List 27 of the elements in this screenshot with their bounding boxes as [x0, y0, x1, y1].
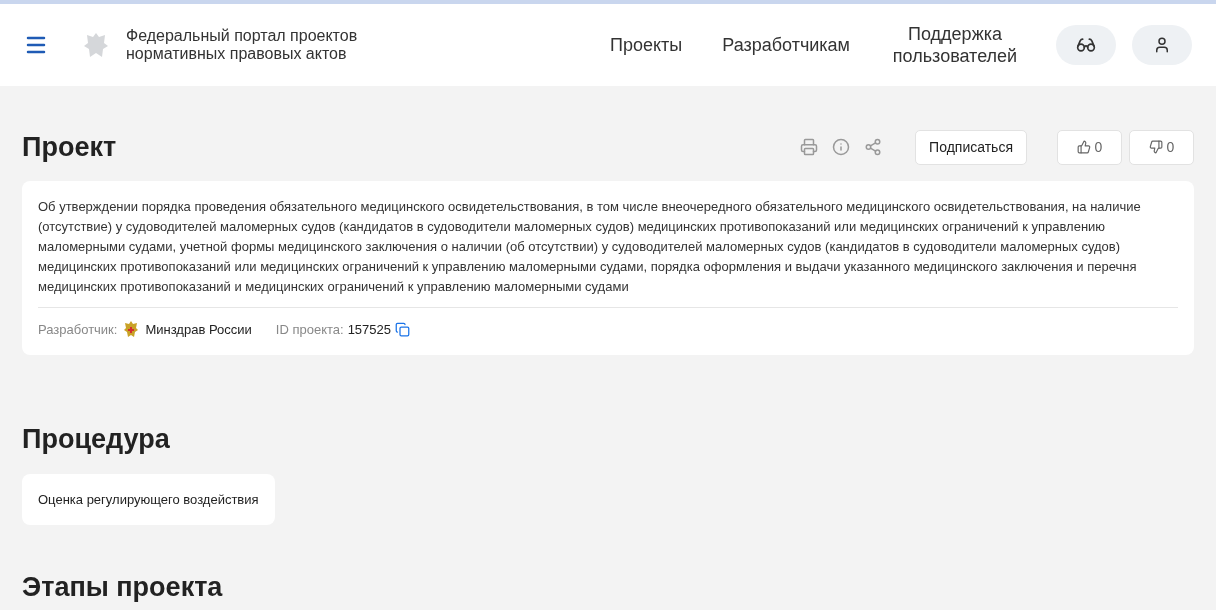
developer-label: Разработчик:	[38, 320, 118, 339]
project-id: 157525	[347, 320, 391, 339]
like-button[interactable]: 0	[1057, 129, 1122, 165]
share-icon[interactable]	[864, 138, 883, 157]
developer-name[interactable]: Минздрав России	[145, 319, 252, 339]
user-icon	[1153, 36, 1171, 54]
project-description: Об утверждении порядка проведения обязательного медицинского освидетельствования, в том числе внеочередного обязательного медицинского освидетельствования, на наличие (отсутствие) у судоводителей маломерных судов (кандидатов в судоводители маломерных судов) медицинских противопоказаний или медицинских ограничений к управлению маломерными судами, учетной формы медицинского заключения о наличии (об отсутствии) у судоводителей маломерных судов (кандидатов в судоводители маломерных судов) медицинских противопоказаний или медицинских ограничений к управлению маломерными судами, порядка оформления и выдачи указанного медицинского заключения и перечня медицинских противопоказаний и медицинских ограничений к управлению маломерными судами	[38, 197, 1142, 296]
portal-title[interactable]: Федеральный портал проектов нормативных правовых актов	[126, 27, 376, 63]
print-icon[interactable]	[800, 138, 819, 157]
section-heading: Проект	[22, 131, 117, 164]
info-icon[interactable]	[832, 138, 851, 157]
thumbs-down-icon	[1148, 140, 1163, 155]
procedure-card: Оценка регулирующего воздействия	[22, 473, 275, 525]
section-heading: Процедура	[22, 423, 171, 456]
dislike-button[interactable]: 0	[1129, 129, 1194, 165]
nav-link[interactable]: Разработчикам	[722, 34, 850, 56]
section-heading: Этапы проекта	[22, 571, 224, 603]
nav-link[interactable]: Проекты	[610, 34, 683, 56]
profile-button[interactable]	[1132, 25, 1192, 65]
subscribe-button[interactable]: Подписаться	[915, 129, 1027, 165]
thumbs-up-icon	[1076, 140, 1091, 155]
project-id-label: ID проекта:	[275, 320, 344, 339]
nav-link[interactable]: Поддержка пользователей	[890, 23, 1020, 67]
copy-icon[interactable]	[395, 321, 410, 337]
glasses-icon	[1076, 35, 1096, 55]
accessibility-button[interactable]	[1056, 25, 1116, 65]
emblem-icon	[122, 320, 141, 339]
